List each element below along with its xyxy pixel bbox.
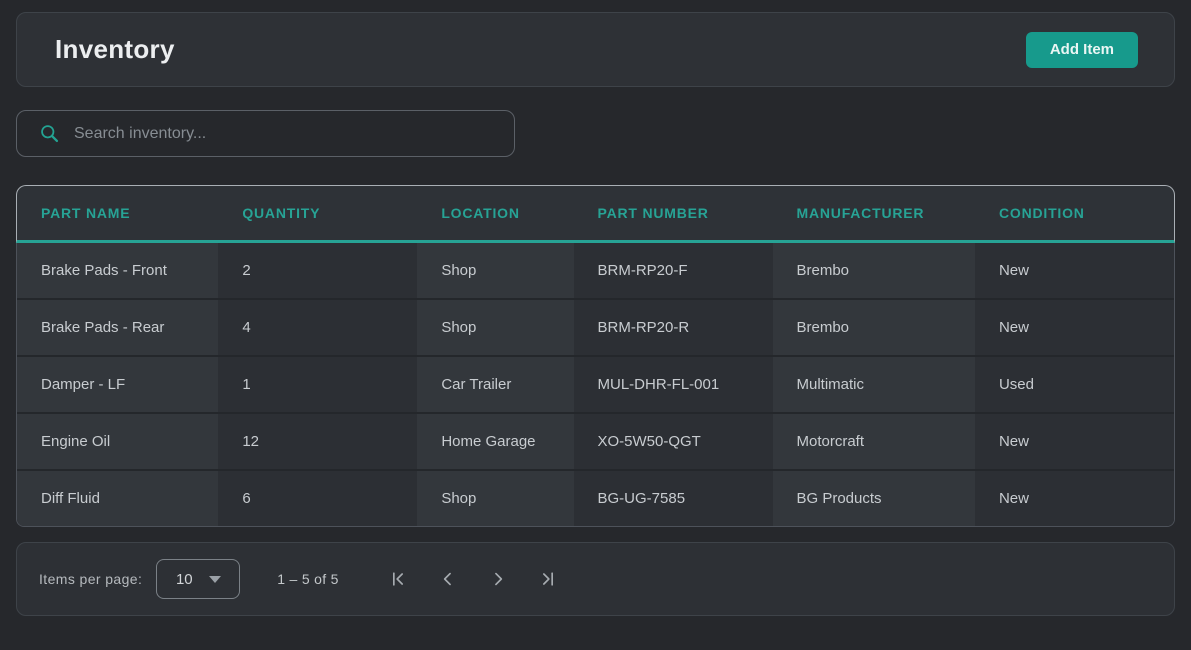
table-row: Damper - LF 1 Car Trailer MUL-DHR-FL-001… <box>17 357 1174 412</box>
cell-manufacturer: Motorcraft <box>773 414 975 469</box>
header-card: Inventory Add Item <box>16 12 1175 87</box>
cell-part-name: Engine Oil <box>17 414 218 469</box>
table-row: Brake Pads - Rear 4 Shop BRM-RP20-R Brem… <box>17 300 1174 355</box>
search-icon <box>39 123 60 144</box>
cell-quantity: 4 <box>218 300 417 355</box>
table-body: Brake Pads - Front 2 Shop BRM-RP20-F Bre… <box>16 243 1175 527</box>
column-header-quantity: QUANTITY <box>218 186 417 240</box>
add-item-button[interactable]: Add Item <box>1026 32 1138 68</box>
pager-controls <box>388 569 558 589</box>
cell-location: Car Trailer <box>417 357 573 412</box>
last-page-icon[interactable] <box>538 569 558 589</box>
cell-location: Shop <box>417 471 573 526</box>
cell-quantity: 1 <box>218 357 417 412</box>
cell-location: Home Garage <box>417 414 573 469</box>
table-row: Engine Oil 12 Home Garage XO-5W50-QGT Mo… <box>17 414 1174 469</box>
cell-part-number: BRM-RP20-F <box>574 243 773 298</box>
table-header-row: PART NAME QUANTITY LOCATION PART NUMBER … <box>16 185 1175 243</box>
items-per-page-value: 10 <box>176 571 193 588</box>
next-page-icon[interactable] <box>488 569 508 589</box>
cell-manufacturer: Brembo <box>773 243 975 298</box>
cell-part-number: MUL-DHR-FL-001 <box>574 357 773 412</box>
cell-quantity: 6 <box>218 471 417 526</box>
cell-manufacturer: BG Products <box>773 471 975 526</box>
cell-part-name: Damper - LF <box>17 357 218 412</box>
column-header-part-number: PART NUMBER <box>574 186 773 240</box>
cell-manufacturer: Multimatic <box>773 357 975 412</box>
page-range-label: 1 – 5 of 5 <box>277 571 338 587</box>
previous-page-icon[interactable] <box>438 569 458 589</box>
inventory-table: PART NAME QUANTITY LOCATION PART NUMBER … <box>16 185 1175 527</box>
cell-quantity: 2 <box>218 243 417 298</box>
table-row: Diff Fluid 6 Shop BG-UG-7585 BG Products… <box>17 471 1174 526</box>
cell-condition: New <box>975 414 1174 469</box>
search-input[interactable] <box>74 125 514 143</box>
items-per-page-select[interactable]: 10 <box>156 559 240 599</box>
cell-part-number: XO-5W50-QGT <box>574 414 773 469</box>
cell-condition: New <box>975 243 1174 298</box>
cell-quantity: 12 <box>218 414 417 469</box>
cell-part-number: BG-UG-7585 <box>574 471 773 526</box>
page-title: Inventory <box>55 34 175 65</box>
column-header-condition: CONDITION <box>975 186 1174 240</box>
column-header-part-name: PART NAME <box>17 186 218 240</box>
cell-part-name: Brake Pads - Rear <box>17 300 218 355</box>
cell-condition: New <box>975 300 1174 355</box>
first-page-icon[interactable] <box>388 569 408 589</box>
cell-location: Shop <box>417 243 573 298</box>
column-header-location: LOCATION <box>417 186 573 240</box>
cell-part-number: BRM-RP20-R <box>574 300 773 355</box>
cell-condition: New <box>975 471 1174 526</box>
cell-manufacturer: Brembo <box>773 300 975 355</box>
column-header-manufacturer: MANUFACTURER <box>773 186 975 240</box>
cell-part-name: Diff Fluid <box>17 471 218 526</box>
pagination-bar: Items per page: 10 1 – 5 of 5 <box>16 542 1175 616</box>
cell-part-name: Brake Pads - Front <box>17 243 218 298</box>
cell-condition: Used <box>975 357 1174 412</box>
search-box <box>16 110 515 157</box>
cell-location: Shop <box>417 300 573 355</box>
items-per-page-label: Items per page: <box>39 571 142 587</box>
dropdown-caret-icon <box>209 576 221 583</box>
table-row: Brake Pads - Front 2 Shop BRM-RP20-F Bre… <box>17 243 1174 298</box>
